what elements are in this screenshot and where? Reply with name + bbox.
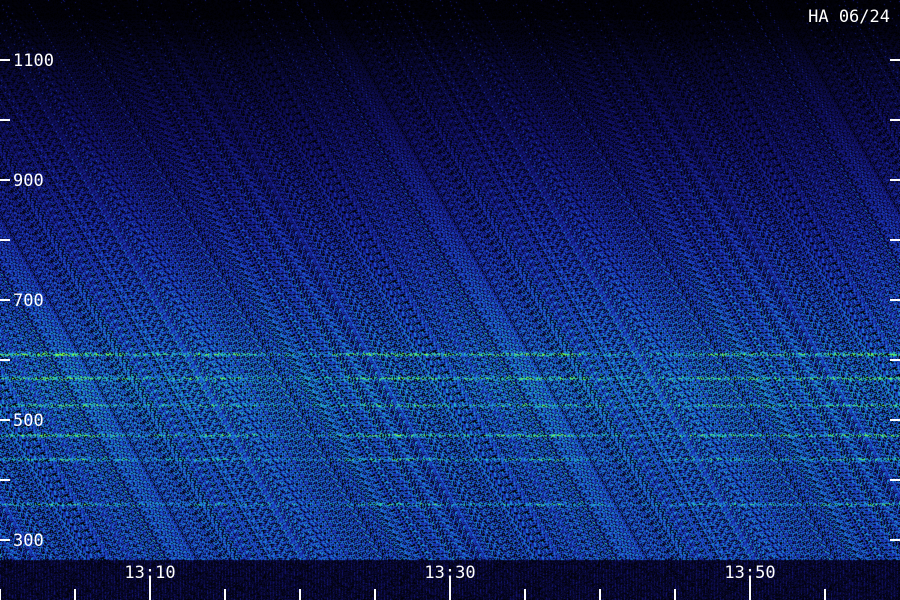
y-tick-label-2: 700: [13, 291, 44, 311]
y-tick-label-3: 500: [13, 411, 44, 431]
x-axis-ticks: 13:10 13:30 13:50: [0, 563, 826, 600]
y-tick-label-1: 900: [13, 171, 44, 191]
y-tick-label-0: 1100: [13, 51, 54, 71]
x-tick-label-2: 13:50: [724, 563, 775, 583]
axes-overlay: 1100 900 700 500 300 13:10 13:30 13:50 HA 06/2…: [0, 7, 900, 600]
station-label: HA 06/24: [808, 7, 890, 27]
x-tick-label-1: 13:30: [424, 563, 475, 583]
x-tick-label-0: 13:10: [124, 563, 175, 583]
y-tick-label-4: 300: [13, 531, 44, 551]
y-axis-ticks: 1100 900 700 500 300: [0, 51, 900, 551]
